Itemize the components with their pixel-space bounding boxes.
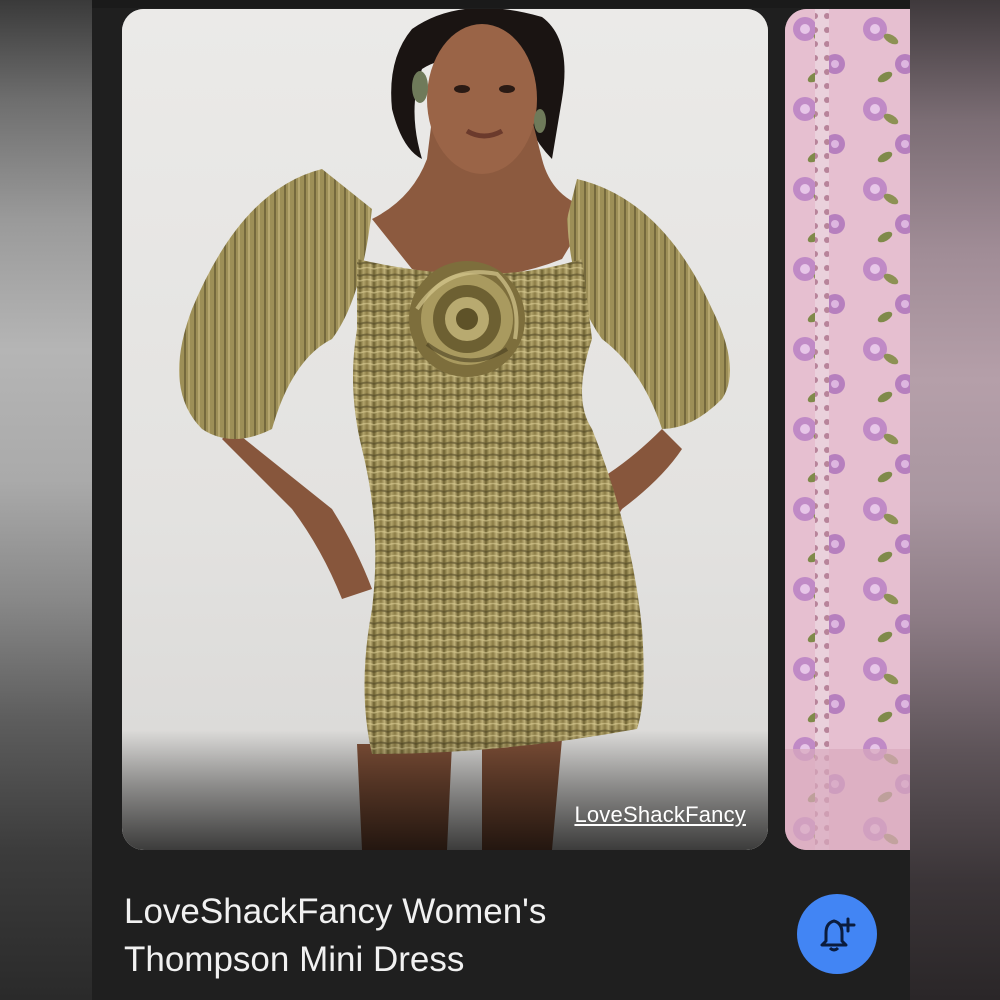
product-photo: [179, 9, 730, 850]
top-strip: [92, 0, 910, 8]
result-title-line-2: Thompson Mini Dress: [124, 940, 465, 979]
track-price-button[interactable]: [797, 894, 877, 974]
next-result-card[interactable]: [785, 9, 910, 850]
floral-wallpaper-image: [785, 9, 910, 850]
result-title-line-1: LoveShackFancy Women's: [124, 892, 547, 931]
product-image-card[interactable]: LoveShackFancy: [122, 9, 768, 850]
search-result-panel: LoveShackFancy LoveShackFancy Women's Th…: [92, 0, 910, 1000]
image-gradient-overlay: [122, 730, 768, 850]
result-title[interactable]: LoveShackFancy Women's Thompson Mini Dre…: [124, 888, 724, 984]
left-blur-band: [0, 0, 92, 1000]
bell-plus-icon: [820, 917, 856, 952]
right-blur-band: [910, 0, 1000, 1000]
source-link[interactable]: LoveShackFancy: [574, 802, 746, 828]
